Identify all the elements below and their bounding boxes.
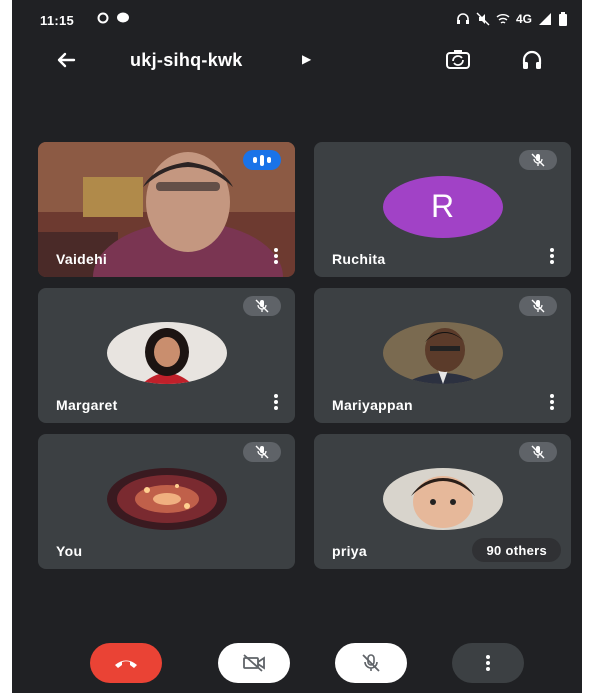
videocam-off-icon	[243, 654, 265, 672]
mic-muted-badge	[243, 442, 281, 462]
call-controls	[12, 643, 582, 687]
speaking-indicator	[243, 150, 281, 170]
end-call-icon	[115, 660, 137, 668]
participant-name: Ruchita	[332, 251, 386, 267]
meeting-code[interactable]: ukj-sihq-kwk	[130, 50, 243, 71]
status-notification-icons	[96, 11, 130, 25]
more-vert-icon[interactable]	[273, 393, 279, 411]
mic-off-icon	[531, 299, 545, 313]
more-vert-icon[interactable]	[549, 393, 555, 411]
participant-name: priya	[332, 543, 367, 559]
participant-name: Margaret	[56, 397, 118, 413]
avatar-photo	[106, 467, 227, 530]
status-bar: 11:15 4G	[12, 0, 582, 40]
switch-camera-icon[interactable]	[445, 48, 471, 72]
mic-toggle-button[interactable]	[335, 643, 407, 683]
caret-right-icon[interactable]: ▶	[302, 52, 311, 66]
headset-status-icon	[456, 13, 469, 24]
mic-muted-badge	[519, 150, 557, 170]
participant-name: Vaidehi	[56, 251, 108, 267]
more-vert-icon[interactable]	[549, 247, 555, 265]
avatar-initial: R	[382, 175, 503, 238]
signal-icon	[539, 13, 551, 25]
mute-status-icon	[476, 12, 490, 26]
mic-off-icon	[255, 299, 269, 313]
top-bar: ukj-sihq-kwk ▶	[12, 40, 582, 80]
participant-tile-ruchita[interactable]: R Ruchita	[314, 142, 571, 277]
more-vert-icon	[486, 655, 490, 671]
status-time: 11:15	[40, 13, 75, 28]
mic-off-icon	[531, 153, 545, 167]
mic-muted-badge	[519, 296, 557, 316]
avatar-photo	[382, 321, 503, 384]
participant-tile-vaidehi[interactable]: Vaidehi	[38, 142, 295, 277]
network-type: 4G	[515, 12, 532, 26]
participant-tile-you[interactable]: You	[38, 434, 295, 569]
mic-off-icon	[362, 654, 380, 672]
battery-icon	[559, 12, 567, 26]
avatar-photo	[106, 321, 227, 384]
others-count-badge[interactable]: 90 others	[472, 538, 561, 562]
participant-name: Mariyappan	[332, 397, 413, 413]
meet-screen: 11:15 4G ukj-sihq-kwk ▶ Vaidehi R Ruchit…	[12, 0, 582, 693]
participant-tile-priya[interactable]: priya 90 others	[314, 434, 571, 569]
mic-muted-badge	[243, 296, 281, 316]
status-system-icons: 4G	[456, 12, 568, 26]
more-vert-icon[interactable]	[273, 247, 279, 265]
wifi-status-icon	[496, 14, 510, 24]
participant-name: You	[56, 543, 83, 559]
more-options-button[interactable]	[452, 643, 524, 683]
chat-bubble-icon	[117, 12, 129, 23]
back-arrow-icon[interactable]	[54, 48, 78, 72]
headphones-icon[interactable]	[520, 48, 544, 72]
avatar-photo	[382, 467, 503, 530]
camera-toggle-button[interactable]	[218, 643, 290, 683]
participant-tile-margaret[interactable]: Margaret	[38, 288, 295, 423]
mic-off-icon	[255, 445, 269, 459]
mic-muted-badge	[519, 442, 557, 462]
end-call-button[interactable]	[90, 643, 162, 683]
circle-icon	[97, 12, 109, 24]
participant-tile-mariyappan[interactable]: Mariyappan	[314, 288, 571, 423]
mic-off-icon	[531, 445, 545, 459]
